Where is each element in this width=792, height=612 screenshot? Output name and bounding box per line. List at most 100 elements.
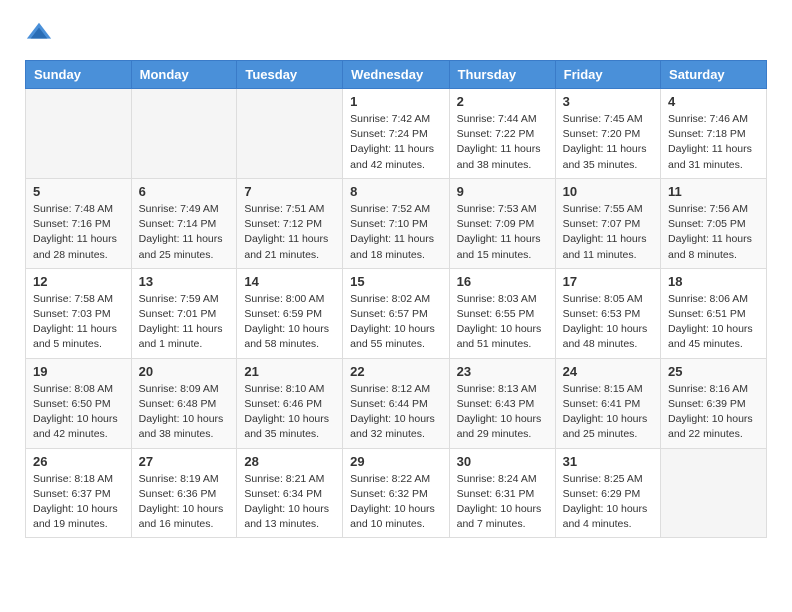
header-wednesday: Wednesday [343, 61, 449, 89]
day-cell-4: 4Sunrise: 7:46 AM Sunset: 7:18 PM Daylig… [661, 89, 767, 179]
week-row: 5 Sunrise: 7:48 AM Sunset: 7:16 PM Daylig… [26, 178, 767, 268]
day-info: Sunrise: 8:08 AM Sunset: 6:50 PM Dayligh… [33, 382, 124, 443]
day-number: 22 [350, 364, 441, 379]
week-row: 26 Sunrise: 8:18 AM Sunset: 6:37 PM Dayli… [26, 448, 767, 538]
day-cell-20: 20Sunrise: 8:09 AM Sunset: 6:48 PM Dayli… [131, 358, 237, 448]
day-number: 12 [33, 274, 124, 289]
day-info: Sunrise: 7:51 AM Sunset: 7:12 PM Dayligh… [244, 202, 335, 263]
day-info: Sunrise: 8:25 AM Sunset: 6:29 PM Dayligh… [563, 472, 653, 533]
day-number: 4 [668, 94, 759, 109]
day-cell-21: 21 Sunrise: 8:10 AM Sunset: 6:46 PM Dayli… [237, 358, 343, 448]
day-cell-3: 3 Sunrise: 7:45 AM Sunset: 7:20 PM Daylig… [555, 89, 660, 179]
day-info: Sunrise: 8:03 AM Sunset: 6:55 PM Dayligh… [457, 292, 548, 353]
day-cell-24: 24Sunrise: 8:15 AM Sunset: 6:41 PM Dayli… [555, 358, 660, 448]
day-info: Sunrise: 8:21 AM Sunset: 6:34 PM Dayligh… [244, 472, 335, 533]
day-info: Sunrise: 8:05 AM Sunset: 6:53 PM Dayligh… [563, 292, 653, 353]
day-cell-11: 11Sunrise: 7:56 AM Sunset: 7:05 PM Dayli… [661, 178, 767, 268]
day-info: Sunrise: 8:12 AM Sunset: 6:44 PM Dayligh… [350, 382, 441, 443]
day-cell-23: 23 Sunrise: 8:13 AM Sunset: 6:43 PM Dayli… [449, 358, 555, 448]
day-cell-5: 5 Sunrise: 7:48 AM Sunset: 7:16 PM Daylig… [26, 178, 132, 268]
day-number: 2 [457, 94, 548, 109]
header-monday: Monday [131, 61, 237, 89]
day-number: 28 [244, 454, 335, 469]
day-info: Sunrise: 7:53 AM Sunset: 7:09 PM Dayligh… [457, 202, 548, 263]
day-cell-12: 12 Sunrise: 7:58 AM Sunset: 7:03 PM Dayli… [26, 268, 132, 358]
day-info: Sunrise: 7:56 AM Sunset: 7:05 PM Dayligh… [668, 202, 759, 263]
day-number: 3 [563, 94, 653, 109]
day-number: 5 [33, 184, 124, 199]
day-cell-26: 26 Sunrise: 8:18 AM Sunset: 6:37 PM Dayli… [26, 448, 132, 538]
day-info: Sunrise: 8:24 AM Sunset: 6:31 PM Dayligh… [457, 472, 548, 533]
day-info: Sunrise: 8:10 AM Sunset: 6:46 PM Dayligh… [244, 382, 335, 443]
calendar: SundayMondayTuesdayWednesdayThursdayFrid… [25, 60, 767, 538]
day-info: Sunrise: 7:58 AM Sunset: 7:03 PM Dayligh… [33, 292, 124, 353]
day-cell-19: 19 Sunrise: 8:08 AM Sunset: 6:50 PM Dayli… [26, 358, 132, 448]
logo-icon [25, 20, 53, 48]
day-number: 9 [457, 184, 548, 199]
day-info: Sunrise: 8:06 AM Sunset: 6:51 PM Dayligh… [668, 292, 759, 353]
day-number: 27 [139, 454, 230, 469]
day-cell-29: 29 Sunrise: 8:22 AM Sunset: 6:32 PM Dayli… [343, 448, 449, 538]
day-number: 6 [139, 184, 230, 199]
day-info: Sunrise: 8:15 AM Sunset: 6:41 PM Dayligh… [563, 382, 653, 443]
header-tuesday: Tuesday [237, 61, 343, 89]
day-info: Sunrise: 7:48 AM Sunset: 7:16 PM Dayligh… [33, 202, 124, 263]
day-cell-9: 9 Sunrise: 7:53 AM Sunset: 7:09 PM Daylig… [449, 178, 555, 268]
day-number: 23 [457, 364, 548, 379]
day-number: 1 [350, 94, 441, 109]
day-info: Sunrise: 7:42 AM Sunset: 7:24 PM Dayligh… [350, 112, 441, 173]
day-info: Sunrise: 8:18 AM Sunset: 6:37 PM Dayligh… [33, 472, 124, 533]
day-number: 10 [563, 184, 653, 199]
day-info: Sunrise: 8:02 AM Sunset: 6:57 PM Dayligh… [350, 292, 441, 353]
day-number: 7 [244, 184, 335, 199]
empty-cell [661, 448, 767, 538]
day-number: 17 [563, 274, 653, 289]
day-number: 30 [457, 454, 548, 469]
day-info: Sunrise: 7:44 AM Sunset: 7:22 PM Dayligh… [457, 112, 548, 173]
day-cell-16: 16 Sunrise: 8:03 AM Sunset: 6:55 PM Dayli… [449, 268, 555, 358]
day-number: 21 [244, 364, 335, 379]
week-row: 19 Sunrise: 8:08 AM Sunset: 6:50 PM Dayli… [26, 358, 767, 448]
day-number: 8 [350, 184, 441, 199]
day-number: 25 [668, 364, 759, 379]
day-number: 18 [668, 274, 759, 289]
day-info: Sunrise: 7:49 AM Sunset: 7:14 PM Dayligh… [139, 202, 230, 263]
day-number: 14 [244, 274, 335, 289]
day-cell-7: 7 Sunrise: 7:51 AM Sunset: 7:12 PM Daylig… [237, 178, 343, 268]
day-cell-27: 27Sunrise: 8:19 AM Sunset: 6:36 PM Dayli… [131, 448, 237, 538]
day-cell-25: 25Sunrise: 8:16 AM Sunset: 6:39 PM Dayli… [661, 358, 767, 448]
empty-cell [131, 89, 237, 179]
page-header [25, 20, 767, 48]
day-info: Sunrise: 7:45 AM Sunset: 7:20 PM Dayligh… [563, 112, 653, 173]
day-number: 26 [33, 454, 124, 469]
logo [25, 20, 57, 48]
day-number: 13 [139, 274, 230, 289]
day-cell-14: 14 Sunrise: 8:00 AM Sunset: 6:59 PM Dayli… [237, 268, 343, 358]
day-cell-10: 10 Sunrise: 7:55 AM Sunset: 7:07 PM Dayli… [555, 178, 660, 268]
week-row: 1 Sunrise: 7:42 AM Sunset: 7:24 PM Daylig… [26, 89, 767, 179]
day-cell-28: 28 Sunrise: 8:21 AM Sunset: 6:34 PM Dayli… [237, 448, 343, 538]
day-number: 19 [33, 364, 124, 379]
header-friday: Friday [555, 61, 660, 89]
day-info: Sunrise: 7:55 AM Sunset: 7:07 PM Dayligh… [563, 202, 653, 263]
day-number: 31 [563, 454, 653, 469]
day-info: Sunrise: 8:13 AM Sunset: 6:43 PM Dayligh… [457, 382, 548, 443]
header-sunday: Sunday [26, 61, 132, 89]
day-cell-17: 17 Sunrise: 8:05 AM Sunset: 6:53 PM Dayli… [555, 268, 660, 358]
day-cell-1: 1 Sunrise: 7:42 AM Sunset: 7:24 PM Daylig… [343, 89, 449, 179]
day-info: Sunrise: 8:22 AM Sunset: 6:32 PM Dayligh… [350, 472, 441, 533]
day-number: 16 [457, 274, 548, 289]
header-thursday: Thursday [449, 61, 555, 89]
header-row: SundayMondayTuesdayWednesdayThursdayFrid… [26, 61, 767, 89]
day-cell-6: 6 Sunrise: 7:49 AM Sunset: 7:14 PM Daylig… [131, 178, 237, 268]
header-saturday: Saturday [661, 61, 767, 89]
day-number: 20 [139, 364, 230, 379]
day-cell-2: 2 Sunrise: 7:44 AM Sunset: 7:22 PM Daylig… [449, 89, 555, 179]
day-cell-31: 31 Sunrise: 8:25 AM Sunset: 6:29 PM Dayli… [555, 448, 660, 538]
day-info: Sunrise: 8:00 AM Sunset: 6:59 PM Dayligh… [244, 292, 335, 353]
empty-cell [237, 89, 343, 179]
day-cell-18: 18 Sunrise: 8:06 AM Sunset: 6:51 PM Dayli… [661, 268, 767, 358]
day-number: 29 [350, 454, 441, 469]
empty-cell [26, 89, 132, 179]
day-cell-13: 13Sunrise: 7:59 AM Sunset: 7:01 PM Dayli… [131, 268, 237, 358]
